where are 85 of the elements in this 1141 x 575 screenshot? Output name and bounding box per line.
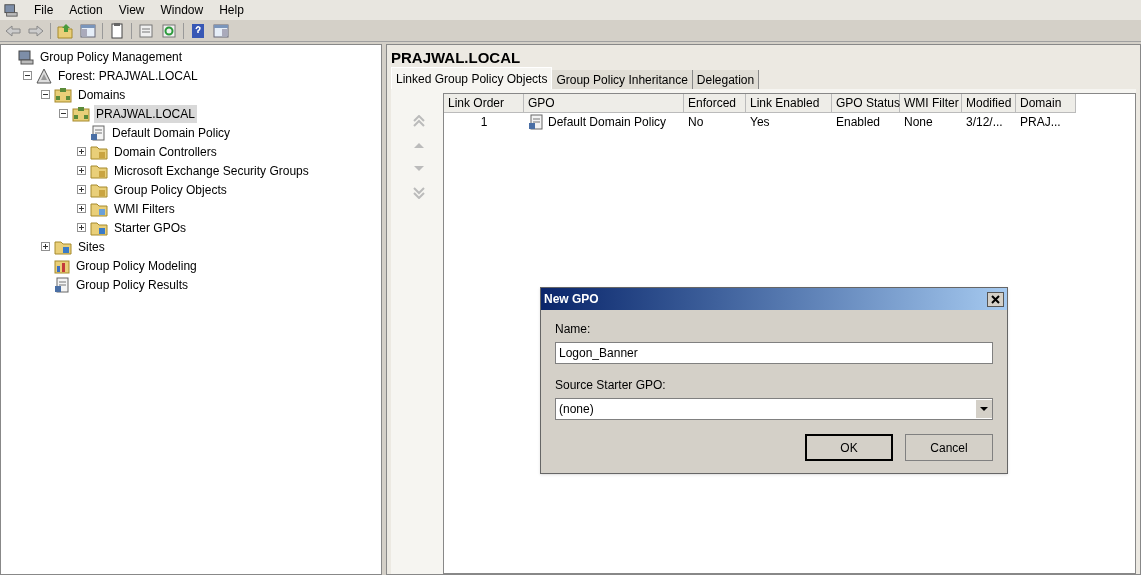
name-label: Name:: [555, 321, 592, 338]
document-icon: [90, 124, 106, 141]
tab[interactable]: Linked Group Policy Objects: [391, 67, 553, 89]
table-cell-text: Default Domain Policy: [548, 114, 667, 131]
tree-item[interactable]: Sites: [76, 237, 107, 256]
close-button[interactable]: [987, 291, 1004, 307]
close-icon: [991, 294, 1000, 304]
table-cell-text: PRAJ...: [1020, 114, 1061, 131]
column-header[interactable]: Modified: [962, 94, 1016, 113]
column-header[interactable]: Domain: [1016, 94, 1076, 113]
name-field[interactable]: Logon_Banner: [555, 342, 993, 364]
menu-item[interactable]: Window: [160, 1, 204, 19]
table-cell-text: 1: [480, 114, 488, 131]
table-cell-text: None: [904, 114, 933, 131]
menu-item[interactable]: View: [118, 1, 145, 19]
tree-item[interactable]: Group Policy Management: [38, 47, 185, 66]
source-label: Source Starter GPO:: [555, 377, 667, 394]
plus-icon: [78, 205, 85, 212]
refresh-icon[interactable]: [160, 21, 178, 40]
document-icon: [54, 276, 70, 293]
column-header[interactable]: WMI Filter: [900, 94, 962, 113]
help-icon[interactable]: [189, 21, 207, 40]
plus-icon: [78, 224, 85, 231]
column-header[interactable]: Enforced: [684, 94, 746, 113]
dialog-title: New GPO: [544, 291, 599, 308]
folder-icon: [54, 238, 72, 255]
triangle-icon: [36, 67, 52, 84]
plus-icon: [42, 243, 49, 250]
table-cell-text: Enabled: [836, 114, 881, 131]
expander-toggle[interactable]: [77, 166, 86, 175]
tree-item[interactable]: PRAJWAL.LOCAL: [94, 104, 197, 123]
network-icon: [54, 86, 72, 103]
tab[interactable]: Group Policy Inheritance: [552, 70, 693, 89]
clipboard-icon[interactable]: [108, 21, 126, 40]
domain-heading: PRAJWAL.LOCAL: [391, 48, 522, 67]
column-header[interactable]: Link Enabled: [746, 94, 832, 113]
tree-item[interactable]: Forest: PRAJWAL.LOCAL: [56, 66, 200, 85]
minus-icon: [60, 110, 67, 117]
tree-item[interactable]: Group Policy Results: [74, 275, 191, 294]
folder-icon: [90, 200, 108, 217]
expander-toggle[interactable]: [41, 242, 50, 251]
tree-toggle-icon[interactable]: [79, 21, 97, 40]
cancel-button[interactable]: Cancel: [905, 434, 993, 461]
tree-item[interactable]: WMI Filters: [112, 199, 177, 218]
expander-toggle[interactable]: [77, 147, 86, 156]
tree-item[interactable]: Starter GPOs: [112, 218, 189, 237]
source-dropdown[interactable]: (none): [555, 398, 993, 420]
folder-icon: [90, 181, 108, 198]
expander-toggle[interactable]: [59, 109, 68, 118]
tab[interactable]: Delegation: [692, 70, 760, 89]
expander-toggle[interactable]: [77, 223, 86, 232]
tree-item[interactable]: Group Policy Modeling: [74, 256, 199, 275]
minus-icon: [24, 72, 31, 79]
tree-item[interactable]: Domains: [76, 85, 128, 104]
tree-item[interactable]: Domain Controllers: [112, 142, 219, 161]
folder-icon: [90, 162, 108, 179]
minus-icon: [42, 91, 49, 98]
menu-item[interactable]: Action: [69, 1, 103, 19]
plus-icon: [78, 148, 85, 155]
expander-toggle[interactable]: [23, 71, 32, 80]
column-header[interactable]: Link Order: [444, 94, 524, 113]
ok-button[interactable]: OK: [805, 434, 893, 461]
tree-item[interactable]: Microsoft Exchange Security Groups: [112, 161, 311, 180]
console-icon: [4, 3, 18, 17]
plus-icon: [78, 167, 85, 174]
tree-item[interactable]: Group Policy Objects: [112, 180, 229, 199]
table-cell-text: No: [688, 114, 704, 131]
menu-item[interactable]: File: [34, 1, 54, 19]
tree-item[interactable]: Default Domain Policy: [110, 123, 233, 142]
table-cell-text: Yes: [750, 114, 770, 131]
expander-toggle[interactable]: [77, 185, 86, 194]
expander-toggle[interactable]: [41, 90, 50, 99]
table-cell-text: 3/12/...: [966, 114, 1003, 131]
panel-icon[interactable]: [212, 21, 230, 40]
column-header[interactable]: GPO: [524, 94, 684, 113]
network-icon: [72, 105, 90, 122]
column-header[interactable]: GPO Status: [832, 94, 900, 113]
plus-icon: [78, 186, 85, 193]
console-icon: [18, 48, 34, 65]
expander-toggle[interactable]: [77, 204, 86, 213]
document-icon: [528, 114, 544, 130]
chart-icon: [54, 257, 70, 274]
folder-icon: [90, 219, 108, 236]
menu-item[interactable]: Help: [219, 1, 244, 19]
folder-icon: [90, 143, 108, 160]
